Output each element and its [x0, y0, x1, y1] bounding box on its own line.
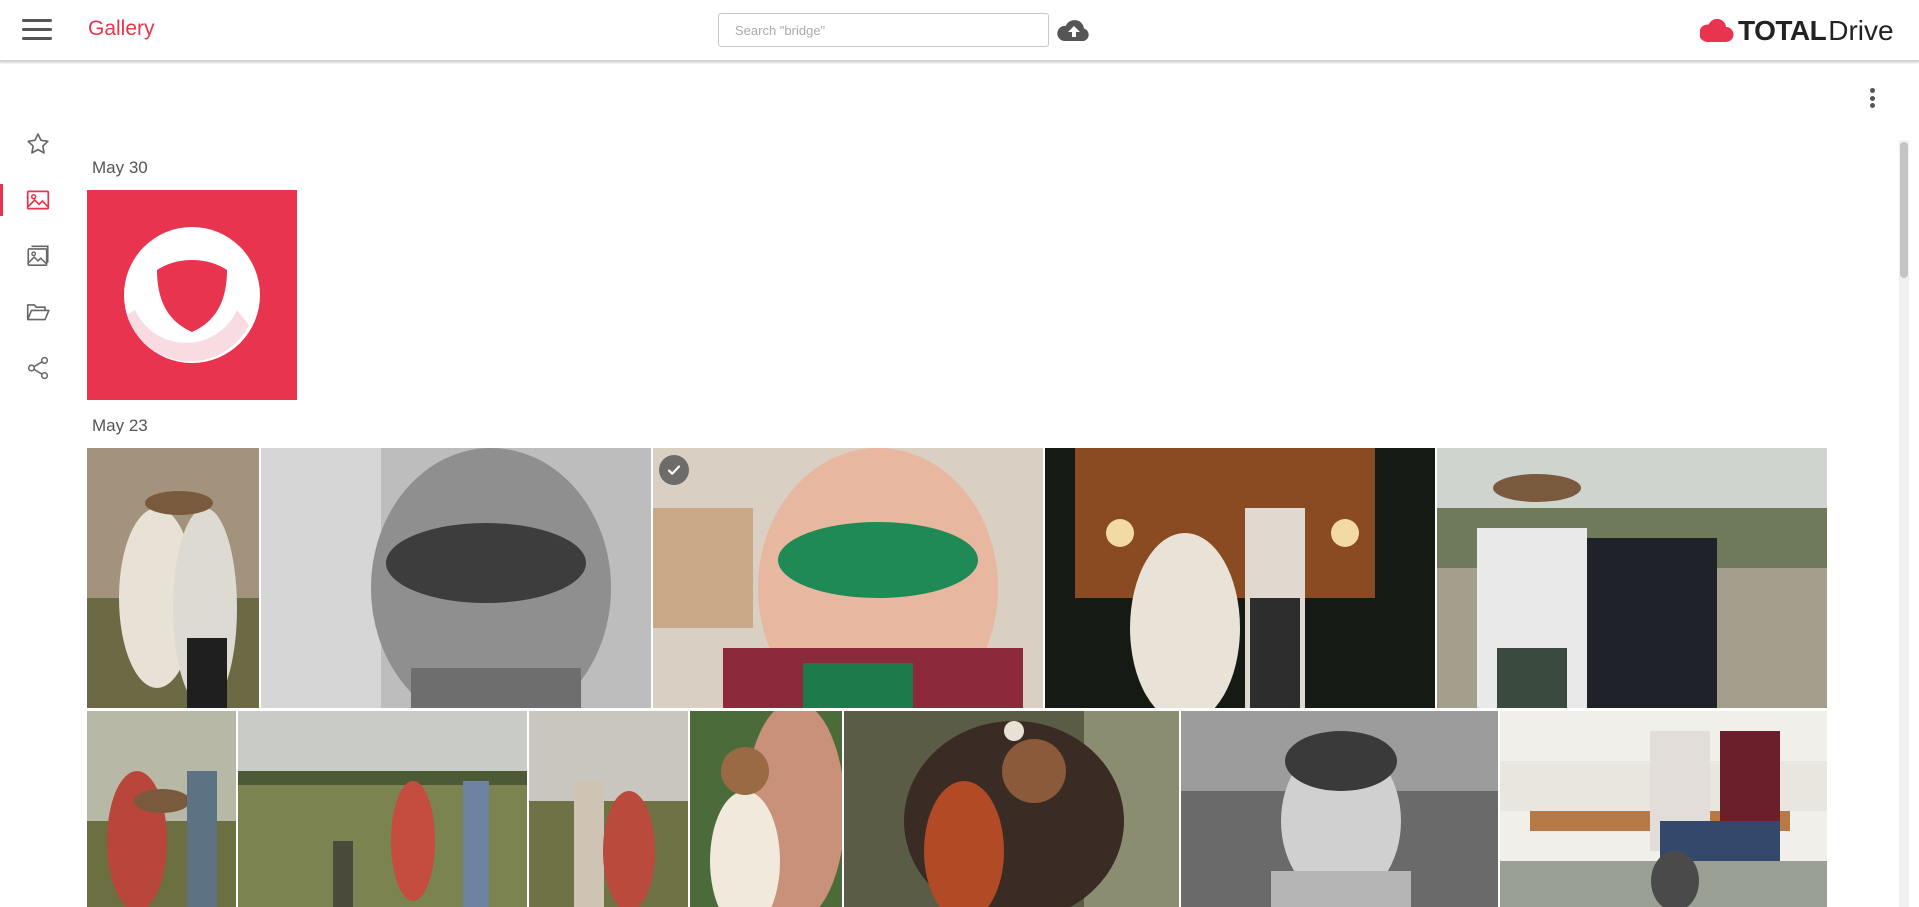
photo-thumbnail[interactable]: [87, 448, 259, 708]
sidebar: [0, 116, 76, 396]
photo-thumbnail[interactable]: [1045, 448, 1435, 708]
group-date-label: May 23: [92, 416, 148, 435]
photo-thumbnail[interactable]: [690, 711, 842, 907]
hamburger-icon[interactable]: [22, 19, 52, 41]
photo-thumbnail[interactable]: [238, 711, 527, 907]
share-icon: [27, 356, 49, 380]
brand-cloud-icon: [1700, 18, 1734, 42]
photo-thumbnail[interactable]: [261, 448, 651, 708]
search-input[interactable]: [718, 13, 1049, 47]
photo-thumbnail[interactable]: [1437, 448, 1827, 708]
photo-thumbnail[interactable]: [87, 711, 236, 907]
sidebar-item-folders[interactable]: [0, 284, 76, 340]
star-icon: [27, 133, 49, 154]
group-date-label: May 30: [92, 158, 148, 177]
brand-name-bold: TOTAL: [1738, 15, 1827, 46]
photo-thumbnail-selected[interactable]: [653, 448, 1043, 708]
top-bar: Gallery TOTAL Drive: [0, 0, 1919, 62]
brand-name-light: Drive: [1828, 15, 1894, 46]
security-app-logo-icon: [87, 190, 297, 400]
app-title: Gallery: [88, 17, 155, 40]
photo-thumbnail[interactable]: [1500, 711, 1827, 907]
sidebar-item-photos[interactable]: [0, 172, 76, 228]
photo-thumbnail[interactable]: [529, 711, 688, 907]
sidebar-item-shared[interactable]: [0, 340, 76, 396]
photo-thumbnail[interactable]: [844, 711, 1179, 907]
checkmark-circle-icon[interactable]: [659, 455, 689, 485]
scrollbar-thumb[interactable]: [1900, 142, 1908, 278]
image-icon: [26, 190, 50, 210]
cloud-upload-icon[interactable]: [1056, 18, 1092, 44]
sidebar-item-albums[interactable]: [0, 228, 76, 284]
photo-album-icon: [27, 245, 49, 267]
photo-thumbnail-logo[interactable]: [87, 190, 297, 400]
folder-open-icon: [26, 304, 50, 321]
brand-logo: TOTAL Drive: [1700, 14, 1894, 48]
more-vertical-icon[interactable]: [1862, 84, 1882, 112]
photo-thumbnail[interactable]: [1181, 711, 1498, 907]
sidebar-item-favorites[interactable]: [0, 116, 76, 172]
